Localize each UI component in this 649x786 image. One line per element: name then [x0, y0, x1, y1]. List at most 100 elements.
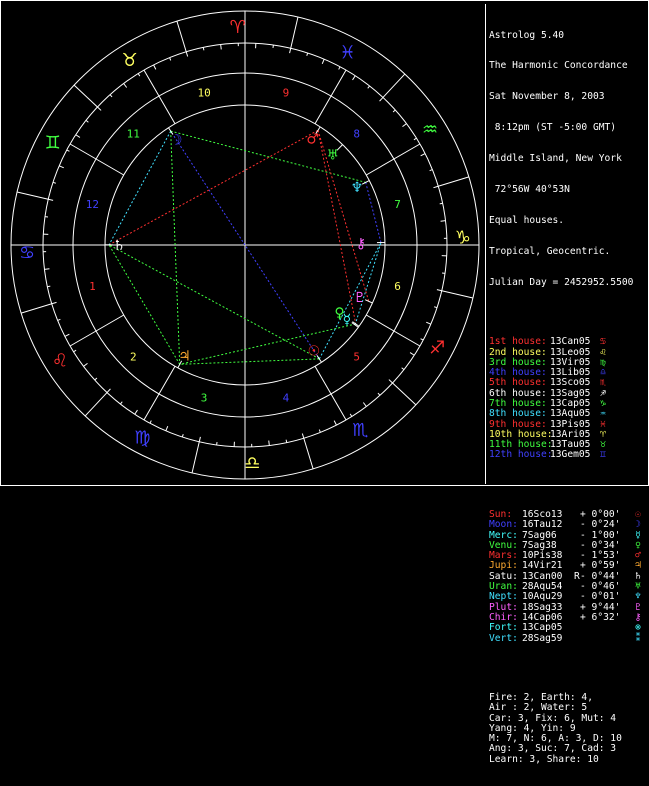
planet-name: Mars:	[489, 551, 522, 561]
degree-tick	[414, 138, 417, 140]
planet-icon: ♂	[632, 551, 644, 561]
degree-tick	[433, 186, 438, 187]
sign-glyph-icon: ♑	[455, 228, 471, 249]
house-row: 12th house:13Gem05♊	[489, 450, 647, 460]
planet-icon: ♄	[632, 572, 644, 582]
sign-glyph-icon: ♒	[422, 120, 438, 141]
planet-position: 16Tau12	[522, 520, 574, 530]
planet-icon: ☽	[632, 520, 644, 530]
planet-name: Merc:	[489, 531, 522, 541]
degree-tick	[441, 221, 446, 222]
degree-tick	[182, 434, 183, 437]
summary-line: M: 7, N: 6, A: 3, D: 10	[489, 734, 647, 744]
planet-declination: - 0°44'	[580, 572, 632, 582]
planet-position: 13Can00	[522, 572, 574, 582]
planet-name: Uran:	[489, 582, 522, 592]
house-label: 1st house:	[489, 337, 550, 347]
planet-icon: ☿	[632, 531, 644, 541]
planet-declination: - 0°24'	[580, 520, 632, 530]
planet-position: 7Sag06	[522, 531, 574, 541]
house-cusp-line	[366, 315, 420, 346]
house-number: 4	[283, 392, 290, 405]
summary-line: Air : 2, Water: 5	[489, 703, 647, 713]
degree-tick	[402, 368, 404, 370]
sign-cusp-line	[438, 177, 469, 186]
house-cusp-line	[144, 70, 175, 124]
degree-tick	[221, 44, 222, 49]
planet-glyph-icon: ♀	[334, 305, 344, 321]
degree-tick	[410, 353, 414, 356]
planet-row: Moon:16Tau12 - 0°24'☽	[489, 520, 647, 530]
planet-icon: ⊗	[632, 623, 644, 633]
degree-tick	[199, 437, 200, 442]
degree-tick	[421, 339, 424, 340]
summary-line: Fire: 2, Earth: 4,	[489, 693, 647, 703]
degree-tick	[389, 380, 393, 383]
house-number: 9	[283, 86, 290, 99]
planet-position: 14Cap06	[522, 613, 574, 623]
summary-line: Learn: 3, Share: 10	[489, 755, 647, 765]
sign-cusp-line	[21, 304, 52, 313]
planet-row: Nept:10Aqu29- 0°01'♆	[489, 592, 647, 602]
summary-line: Ang: 3, Suc: 7, Cad: 3	[489, 744, 647, 754]
degree-tick	[154, 65, 156, 69]
planet-position: 13Cap05	[522, 623, 574, 633]
planet-position: 7Sag38	[522, 541, 574, 551]
sign-glyph-icon: ♓	[340, 43, 356, 64]
degree-tick	[290, 48, 291, 53]
planet-name: Moon:	[489, 520, 522, 530]
degree-tick	[339, 67, 340, 70]
sign-glyph-icon: ♉	[122, 50, 138, 71]
planet-position: 14Vir21	[522, 561, 574, 571]
house-position: 13Can05	[550, 337, 597, 347]
chart-time: 8:12pm (ST -5:00 GMT)	[489, 123, 647, 133]
degree-tick	[135, 410, 138, 414]
house-number: 8	[353, 127, 360, 140]
planet-glyph-icon: ♅	[327, 148, 340, 164]
planet-icon: ⁑	[632, 634, 644, 644]
planet-glyph-icon: ♄	[113, 238, 126, 254]
planet-icon: ♇	[632, 603, 644, 613]
house-number: 12	[86, 198, 99, 211]
house-number: 1	[89, 280, 96, 293]
planet-position: 16Sco13	[522, 510, 574, 520]
sign-cusp-line	[17, 192, 48, 199]
planet-declination: + 0°00'	[580, 510, 632, 520]
planet-icon: ♀	[632, 541, 644, 551]
planet-icon: ⚷	[632, 613, 644, 623]
planet-glyph-icon: ☉	[308, 344, 321, 360]
house-number: 10	[197, 86, 210, 99]
degree-tick	[368, 86, 370, 88]
planet-list: Sun:16Sco13+ 0°00'☉Moon:16Tau12- 0°24'☽M…	[489, 510, 647, 644]
sign-glyph-icon: ♈	[230, 17, 246, 38]
planet-declination: - 0°34'	[580, 541, 632, 551]
aspect-line	[109, 245, 319, 359]
house-label: 12th house:	[489, 450, 550, 460]
planet-position: 28Sag59	[522, 634, 574, 644]
planet-glyph-icon: ♃	[178, 349, 191, 365]
sign-cusp-line	[383, 74, 405, 97]
degree-tick	[402, 124, 406, 127]
planet-position: 28Aqu54	[522, 582, 574, 592]
panel-divider	[485, 4, 486, 484]
sign-icon: ♋	[597, 337, 609, 347]
planet-name: Venu:	[489, 541, 522, 551]
house-cusp-line	[70, 315, 124, 346]
degree-tick	[84, 363, 88, 366]
sign-cusp-line	[85, 393, 107, 416]
info-panel: Astrolog 5.40 The Harmonic Concordance S…	[489, 10, 647, 786]
house-number: 3	[201, 392, 208, 405]
house-cusp-line	[315, 70, 346, 124]
house-cusp-line	[315, 366, 346, 420]
degree-tick	[76, 135, 80, 138]
planet-name: Fort:	[489, 623, 522, 633]
house-list: 1st house:13Can05♋2nd house:13Leo05♌3rd …	[489, 337, 647, 461]
degree-tick	[59, 166, 64, 168]
degree-tick	[95, 378, 97, 380]
planet-row: Mars:10Pis38- 1°53'♂	[489, 551, 647, 561]
house-number: 2	[130, 351, 137, 364]
aspect-line	[366, 182, 381, 242]
degree-tick	[166, 426, 168, 431]
house-system: Equal houses.	[489, 216, 647, 226]
sign-glyph-icon: ♊	[45, 132, 61, 153]
